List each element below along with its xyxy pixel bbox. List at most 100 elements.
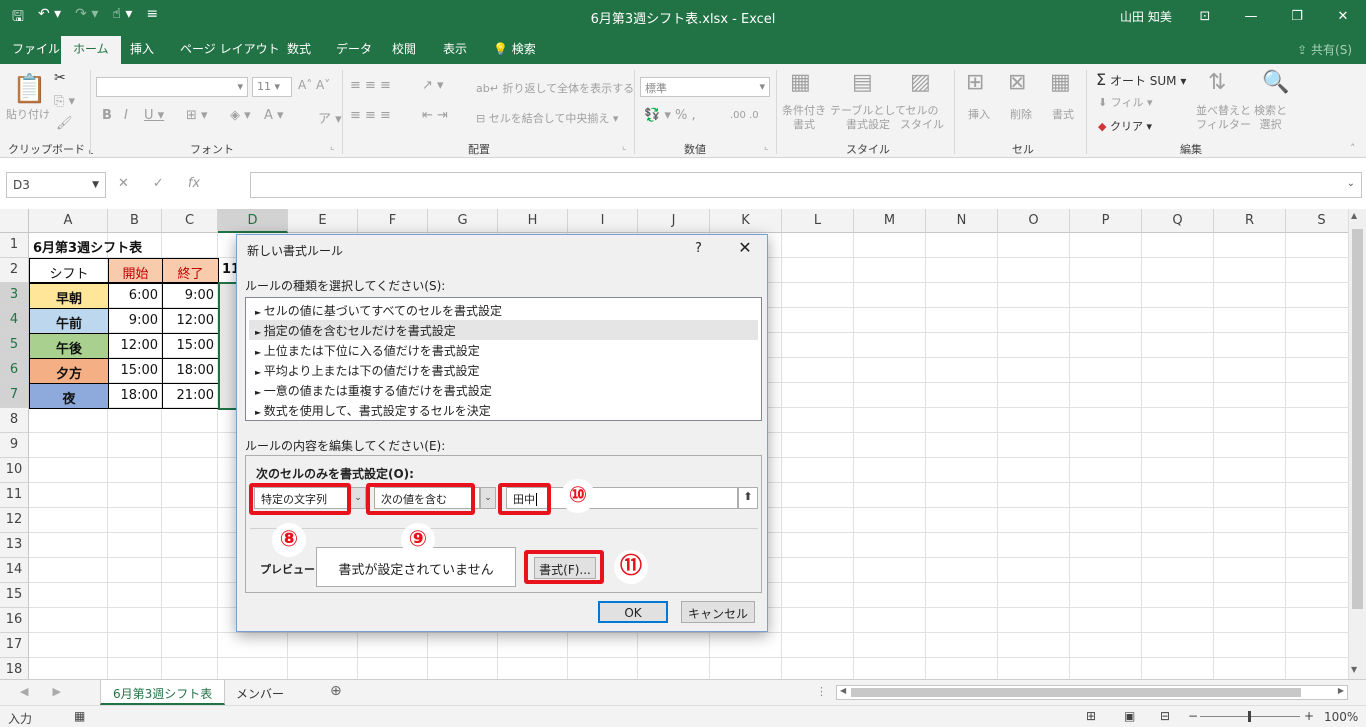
zoom-level[interactable]: 100%	[1324, 710, 1358, 724]
prev-sheet-icon[interactable]: ◀	[20, 685, 28, 698]
close-icon[interactable]: ✕	[1320, 0, 1366, 32]
column-header-S[interactable]: S	[1286, 209, 1348, 233]
tab-view[interactable]: 表示	[443, 40, 467, 57]
horizontal-scroll-thumb[interactable]	[851, 688, 1301, 697]
restore-icon[interactable]: ❐	[1274, 0, 1320, 32]
cell-styles-icon[interactable]: ▨	[910, 70, 931, 95]
next-sheet-icon[interactable]: ▶	[52, 685, 60, 698]
tab-data[interactable]: データ	[336, 40, 372, 57]
zoom-slider-thumb[interactable]	[1248, 711, 1251, 722]
condition-type-arrow-icon[interactable]: ⌄	[350, 487, 366, 509]
clear-button[interactable]: ◆ クリア ▾	[1098, 118, 1152, 134]
add-sheet-icon[interactable]: ⊕	[318, 680, 354, 705]
column-header-M[interactable]: M	[854, 209, 926, 233]
decimal-icon[interactable]: .00 .0	[730, 110, 759, 121]
tab-insert[interactable]: 挿入	[130, 40, 154, 57]
format-painter-icon[interactable]: 🖌	[56, 116, 73, 131]
delete-cells-button[interactable]: 削除	[1010, 106, 1032, 122]
scroll-right-icon[interactable]: ▶	[1338, 686, 1344, 695]
phonetic-icon[interactable]: ア ▾	[318, 108, 342, 127]
row-header-5[interactable]: 5	[0, 333, 29, 358]
column-header-O[interactable]: O	[998, 209, 1070, 233]
column-header-L[interactable]: L	[782, 209, 854, 233]
cell-shift-name[interactable]: 早朝	[29, 283, 109, 309]
number-launcher-icon[interactable]: ⌞	[764, 142, 768, 152]
find-select-icon[interactable]: 🔍	[1262, 70, 1289, 95]
conditional-format-icon[interactable]: ▦	[790, 70, 811, 95]
align-top-icon[interactable]: ≡ ≡ ≡	[350, 78, 391, 93]
column-header-E[interactable]: E	[288, 209, 358, 233]
row-header-10[interactable]: 10	[0, 458, 29, 483]
fill-button[interactable]: ⬇ フィル ▾	[1098, 94, 1153, 110]
rule-type-item[interactable]: ► 上位または下位に入る値だけを書式設定	[249, 340, 758, 360]
column-header-G[interactable]: G	[428, 209, 498, 233]
merge-center-button[interactable]: ⊟ セルを結合して中央揃え ▾	[476, 110, 618, 126]
currency-icon[interactable]: 💱 ▾ % ,	[644, 108, 696, 123]
cell-shift-end[interactable]: 15:00	[162, 333, 219, 359]
delete-cells-icon[interactable]: ⊠	[1008, 70, 1026, 95]
page-break-view-icon[interactable]: ⊟	[1160, 709, 1170, 723]
column-header-I[interactable]: I	[568, 209, 638, 233]
cell-shift-start[interactable]: 18:00	[108, 383, 163, 409]
rule-type-list[interactable]: ► セルの値に基づいてすべてのセルを書式設定 ► 指定の値を含むセルだけを書式設定…	[245, 297, 762, 421]
tab-file[interactable]: ファイル	[12, 40, 60, 57]
ribbon-display-icon[interactable]: ⊡	[1182, 0, 1228, 32]
ok-button[interactable]: OK	[598, 601, 668, 623]
paste-button[interactable]: 貼り付け	[6, 106, 50, 122]
select-all-corner[interactable]	[0, 209, 29, 233]
horizontal-scrollbar[interactable]: ◀ ▶	[836, 685, 1348, 700]
rule-type-item[interactable]: ► 数式を使用して、書式設定するセルを決定	[249, 400, 758, 420]
alignment-launcher-icon[interactable]: ⌞	[622, 142, 626, 152]
column-header-N[interactable]: N	[926, 209, 998, 233]
cell-shift-end[interactable]: 21:00	[162, 383, 219, 409]
row-header-7[interactable]: 7	[0, 383, 29, 408]
row-header-2[interactable]: 2	[0, 258, 29, 283]
cell-shift-start[interactable]: 9:00	[108, 308, 163, 334]
orientation-icon[interactable]: ↗ ▾	[422, 78, 444, 93]
collapse-dialog-icon[interactable]: ⬆	[738, 487, 758, 509]
column-header-P[interactable]: P	[1070, 209, 1142, 233]
tab-review[interactable]: 校閲	[392, 40, 416, 57]
row-header-16[interactable]: 16	[0, 608, 29, 633]
sheet-tab-shift[interactable]: 6月第3週シフト表	[100, 680, 226, 705]
cell-A2[interactable]: シフト	[29, 258, 109, 283]
cell-shift-start[interactable]: 15:00	[108, 358, 163, 384]
column-header-J[interactable]: J	[638, 209, 710, 233]
font-launcher-icon[interactable]: ⌞	[330, 142, 334, 152]
column-header-K[interactable]: K	[710, 209, 782, 233]
name-box[interactable]: D3 ▼	[6, 172, 106, 198]
sheet-tab-members[interactable]: メンバー	[224, 680, 296, 705]
cell-A1[interactable]: 6月第3週シフト表	[29, 233, 146, 260]
macro-record-icon[interactable]: ▦	[74, 709, 85, 723]
column-header-R[interactable]: R	[1214, 209, 1286, 233]
borders-icon[interactable]: ⊞ ▾	[186, 108, 208, 123]
column-header-A[interactable]: A	[29, 209, 108, 233]
conditional-format-button[interactable]: 条件付き 書式	[782, 104, 826, 132]
minimize-icon[interactable]: —	[1228, 0, 1274, 32]
sort-filter-button[interactable]: 並べ替えと フィルター	[1196, 104, 1251, 132]
number-format-combo[interactable]: 標準 ▾	[640, 77, 770, 97]
cell-shift-start[interactable]: 6:00	[108, 283, 163, 309]
cell-styles-button[interactable]: セルの スタイル	[900, 104, 944, 132]
operator-arrow-icon[interactable]: ⌄	[480, 487, 496, 509]
find-select-button[interactable]: 検索と 選択	[1254, 104, 1287, 132]
font-grow-icon[interactable]: A˄ A˅	[298, 78, 330, 92]
format-as-table-icon[interactable]: ▤	[852, 70, 873, 95]
row-header-9[interactable]: 9	[0, 433, 29, 458]
rule-type-item[interactable]: ► 指定の値を含むセルだけを書式設定	[249, 320, 758, 340]
user-name[interactable]: 山田 知美	[1120, 8, 1172, 25]
cancel-button[interactable]: キャンセル	[681, 601, 755, 623]
paste-icon[interactable]: 📋	[12, 72, 47, 105]
autosum-button[interactable]: Σ オート SUM ▾	[1096, 70, 1186, 89]
cell-shift-name[interactable]: 夕方	[29, 358, 109, 384]
column-header-D[interactable]: D	[218, 209, 288, 233]
italic-icon[interactable]: I	[124, 108, 128, 123]
font-size-combo[interactable]: 11 ▾	[252, 77, 292, 97]
collapse-ribbon-icon[interactable]: ˄	[1350, 142, 1356, 155]
column-header-F[interactable]: F	[358, 209, 428, 233]
bold-icon[interactable]: B	[102, 108, 112, 123]
vertical-scrollbar[interactable]: ▲ ▼	[1348, 209, 1366, 679]
cell-D2[interactable]: 11	[218, 258, 238, 283]
cell-shift-end[interactable]: 12:00	[162, 308, 219, 334]
row-header-8[interactable]: 8	[0, 408, 29, 433]
